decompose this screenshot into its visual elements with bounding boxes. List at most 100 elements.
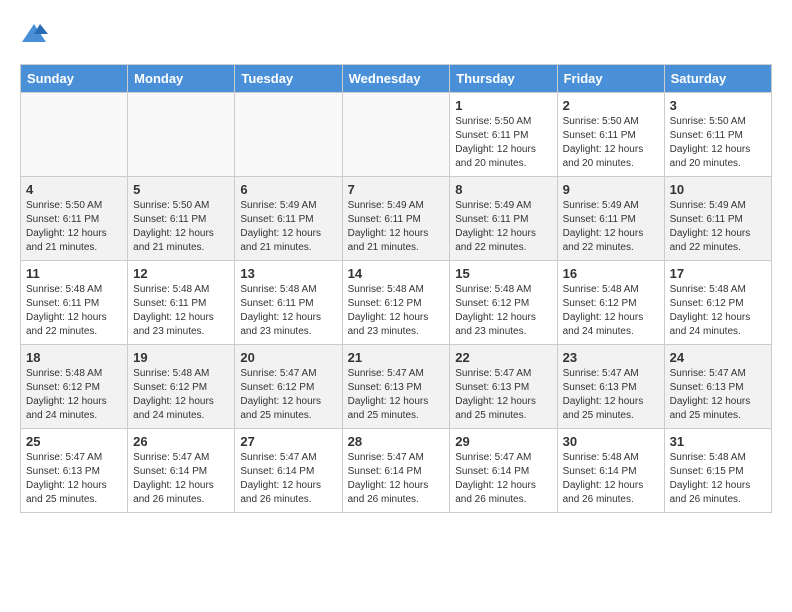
day-number: 7: [348, 182, 445, 197]
calendar-cell: 8 Sunrise: 5:49 AM Sunset: 6:11 PM Daylig…: [450, 177, 557, 261]
day-info: Sunrise: 5:47 AM Sunset: 6:14 PM Dayligh…: [455, 451, 551, 507]
col-header-monday: Monday: [128, 65, 235, 93]
day-info: Sunrise: 5:47 AM Sunset: 6:14 PM Dayligh…: [348, 451, 445, 507]
day-number: 30: [563, 434, 659, 449]
day-number: 5: [133, 182, 229, 197]
day-info: Sunrise: 5:47 AM Sunset: 6:12 PM Dayligh…: [240, 367, 336, 423]
calendar-week-row: 25 Sunrise: 5:47 AM Sunset: 6:13 PM Dayli…: [21, 429, 772, 513]
day-number: 27: [240, 434, 336, 449]
calendar-cell: 29 Sunrise: 5:47 AM Sunset: 6:14 PM Dayli…: [450, 429, 557, 513]
day-info: Sunrise: 5:48 AM Sunset: 6:15 PM Dayligh…: [670, 451, 766, 507]
day-number: 17: [670, 266, 766, 281]
calendar-cell: 7 Sunrise: 5:49 AM Sunset: 6:11 PM Daylig…: [342, 177, 450, 261]
calendar-cell: 26Sunrise: 5:47 AM Sunset: 6:14 PM Dayli…: [128, 429, 235, 513]
day-number: 25: [26, 434, 122, 449]
day-info: Sunrise: 5:49 AM Sunset: 6:11 PM Dayligh…: [670, 199, 766, 255]
day-number: 20: [240, 350, 336, 365]
calendar-cell: [342, 93, 450, 177]
day-info: Sunrise: 5:47 AM Sunset: 6:14 PM Dayligh…: [133, 451, 229, 507]
day-number: 23: [563, 350, 659, 365]
day-info: Sunrise: 5:48 AM Sunset: 6:12 PM Dayligh…: [348, 283, 445, 339]
day-number: 24: [670, 350, 766, 365]
col-header-wednesday: Wednesday: [342, 65, 450, 93]
day-info: Sunrise: 5:49 AM Sunset: 6:11 PM Dayligh…: [348, 199, 445, 255]
day-info: Sunrise: 5:50 AM Sunset: 6:11 PM Dayligh…: [26, 199, 122, 255]
calendar-cell: 5 Sunrise: 5:50 AM Sunset: 6:11 PM Daylig…: [128, 177, 235, 261]
day-number: 16: [563, 266, 659, 281]
calendar-cell: 14 Sunrise: 5:48 AM Sunset: 6:12 PM Dayli…: [342, 261, 450, 345]
day-info: Sunrise: 5:50 AM Sunset: 6:11 PM Dayligh…: [563, 115, 659, 171]
col-header-saturday: Saturday: [664, 65, 771, 93]
calendar-week-row: 18 Sunrise: 5:48 AM Sunset: 6:12 PM Dayli…: [21, 345, 772, 429]
calendar-cell: 2Sunrise: 5:50 AM Sunset: 6:11 PM Daylig…: [557, 93, 664, 177]
calendar-cell: 17Sunrise: 5:48 AM Sunset: 6:12 PM Dayli…: [664, 261, 771, 345]
day-info: Sunrise: 5:48 AM Sunset: 6:11 PM Dayligh…: [240, 283, 336, 339]
day-number: 18: [26, 350, 122, 365]
day-info: Sunrise: 5:50 AM Sunset: 6:11 PM Dayligh…: [133, 199, 229, 255]
calendar-cell: 3Sunrise: 5:50 AM Sunset: 6:11 PM Daylig…: [664, 93, 771, 177]
calendar-cell: 11 Sunrise: 5:48 AM Sunset: 6:11 PM Dayli…: [21, 261, 128, 345]
calendar-cell: 25 Sunrise: 5:47 AM Sunset: 6:13 PM Dayli…: [21, 429, 128, 513]
day-info: Sunrise: 5:48 AM Sunset: 6:11 PM Dayligh…: [133, 283, 229, 339]
calendar-week-row: 1 Sunrise: 5:50 AM Sunset: 6:11 PM Daylig…: [21, 93, 772, 177]
calendar-cell: 23 Sunrise: 5:47 AM Sunset: 6:13 PM Dayli…: [557, 345, 664, 429]
calendar-cell: 27 Sunrise: 5:47 AM Sunset: 6:14 PM Dayli…: [235, 429, 342, 513]
calendar-cell: 20 Sunrise: 5:47 AM Sunset: 6:12 PM Dayli…: [235, 345, 342, 429]
day-number: 31: [670, 434, 766, 449]
day-number: 3: [670, 98, 766, 113]
day-info: Sunrise: 5:47 AM Sunset: 6:14 PM Dayligh…: [240, 451, 336, 507]
day-info: Sunrise: 5:48 AM Sunset: 6:12 PM Dayligh…: [133, 367, 229, 423]
calendar-body: 1 Sunrise: 5:50 AM Sunset: 6:11 PM Daylig…: [21, 93, 772, 513]
calendar-cell: 19 Sunrise: 5:48 AM Sunset: 6:12 PM Dayli…: [128, 345, 235, 429]
day-info: Sunrise: 5:48 AM Sunset: 6:11 PM Dayligh…: [26, 283, 122, 339]
day-number: 14: [348, 266, 445, 281]
day-number: 21: [348, 350, 445, 365]
calendar-cell: 6 Sunrise: 5:49 AM Sunset: 6:11 PM Daylig…: [235, 177, 342, 261]
calendar-header-row: SundayMondayTuesdayWednesdayThursdayFrid…: [21, 65, 772, 93]
logo-icon: [20, 20, 48, 48]
col-header-thursday: Thursday: [450, 65, 557, 93]
calendar-cell: 18Sunrise: 5:48 AM Sunset: 6:12 PM Dayli…: [21, 345, 128, 429]
calendar-week-row: 4 Sunrise: 5:50 AM Sunset: 6:11 PM Daylig…: [21, 177, 772, 261]
day-info: Sunrise: 5:47 AM Sunset: 6:13 PM Dayligh…: [348, 367, 445, 423]
col-header-tuesday: Tuesday: [235, 65, 342, 93]
calendar-cell: [21, 93, 128, 177]
calendar-cell: 4 Sunrise: 5:50 AM Sunset: 6:11 PM Daylig…: [21, 177, 128, 261]
day-number: 8: [455, 182, 551, 197]
day-info: Sunrise: 5:47 AM Sunset: 6:13 PM Dayligh…: [26, 451, 122, 507]
day-info: Sunrise: 5:47 AM Sunset: 6:13 PM Dayligh…: [670, 367, 766, 423]
day-number: 4: [26, 182, 122, 197]
day-info: Sunrise: 5:50 AM Sunset: 6:11 PM Dayligh…: [455, 115, 551, 171]
day-info: Sunrise: 5:47 AM Sunset: 6:13 PM Dayligh…: [563, 367, 659, 423]
calendar-cell: 24 Sunrise: 5:47 AM Sunset: 6:13 PM Dayli…: [664, 345, 771, 429]
calendar-cell: 16 Sunrise: 5:48 AM Sunset: 6:12 PM Dayli…: [557, 261, 664, 345]
day-info: Sunrise: 5:48 AM Sunset: 6:14 PM Dayligh…: [563, 451, 659, 507]
day-number: 11: [26, 266, 122, 281]
day-info: Sunrise: 5:49 AM Sunset: 6:11 PM Dayligh…: [240, 199, 336, 255]
logo: [20, 20, 50, 48]
day-number: 29: [455, 434, 551, 449]
calendar-cell: 31 Sunrise: 5:48 AM Sunset: 6:15 PM Dayli…: [664, 429, 771, 513]
day-number: 1: [455, 98, 551, 113]
calendar-cell: 10 Sunrise: 5:49 AM Sunset: 6:11 PM Dayli…: [664, 177, 771, 261]
day-number: 15: [455, 266, 551, 281]
day-info: Sunrise: 5:47 AM Sunset: 6:13 PM Dayligh…: [455, 367, 551, 423]
day-info: Sunrise: 5:48 AM Sunset: 6:12 PM Dayligh…: [563, 283, 659, 339]
calendar-cell: 1 Sunrise: 5:50 AM Sunset: 6:11 PM Daylig…: [450, 93, 557, 177]
day-info: Sunrise: 5:49 AM Sunset: 6:11 PM Dayligh…: [455, 199, 551, 255]
calendar-cell: 21 Sunrise: 5:47 AM Sunset: 6:13 PM Dayli…: [342, 345, 450, 429]
day-number: 10: [670, 182, 766, 197]
page-header: [20, 20, 772, 48]
day-number: 12: [133, 266, 229, 281]
calendar-cell: 13 Sunrise: 5:48 AM Sunset: 6:11 PM Dayli…: [235, 261, 342, 345]
col-header-friday: Friday: [557, 65, 664, 93]
day-number: 6: [240, 182, 336, 197]
day-number: 13: [240, 266, 336, 281]
day-number: 22: [455, 350, 551, 365]
day-number: 19: [133, 350, 229, 365]
day-number: 28: [348, 434, 445, 449]
calendar-cell: 28 Sunrise: 5:47 AM Sunset: 6:14 PM Dayli…: [342, 429, 450, 513]
day-info: Sunrise: 5:49 AM Sunset: 6:11 PM Dayligh…: [563, 199, 659, 255]
calendar-cell: 22 Sunrise: 5:47 AM Sunset: 6:13 PM Dayli…: [450, 345, 557, 429]
calendar-cell: 12 Sunrise: 5:48 AM Sunset: 6:11 PM Dayli…: [128, 261, 235, 345]
